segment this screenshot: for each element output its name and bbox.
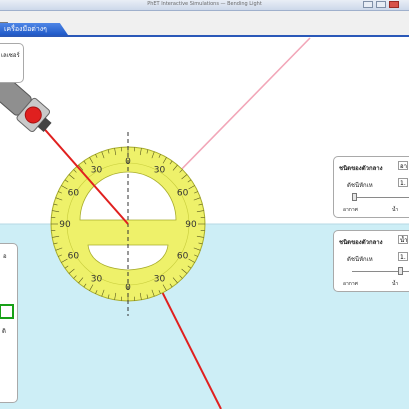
minimize-icon[interactable] (363, 1, 373, 8)
index-slider-track[interactable] (352, 197, 409, 198)
index-input[interactable]: 1. (398, 252, 408, 261)
protractor-label: 60 (177, 252, 189, 262)
slider-max-label: น้ำ (392, 281, 399, 287)
index-input[interactable]: 1. (398, 178, 408, 187)
laser-panel: เลเซอร์ (0, 43, 24, 83)
slider-min-label: อากาศ (343, 207, 358, 213)
tab-tools[interactable]: เครื่องมือต่างๆ (0, 23, 68, 35)
tab-bar: เครื่องมือต่างๆ (0, 11, 409, 37)
medium-panel-top: ชนิดของตัวกลาง อา ดัชนีหักเห 1. อากาศ น้… (333, 156, 409, 218)
left-control-panel: อ ดิ (0, 243, 18, 403)
protractor-label: 60 (68, 252, 80, 262)
checkbox-icon[interactable] (0, 304, 14, 319)
protractor-label: 30 (154, 275, 166, 285)
left-panel-bottom-text: ดิ (2, 328, 6, 335)
protractor-label: 60 (177, 189, 189, 199)
index-slider-knob[interactable] (352, 193, 357, 201)
maximize-icon[interactable] (376, 1, 386, 8)
medium-panel-bottom: ชนิดของตัวกลาง น้ำ ดัชนีหักเห 1. อากาศ น… (333, 230, 409, 292)
window-title-bar: PhET Interactive Simulations — Bending L… (0, 0, 409, 11)
protractor-label: 30 (91, 165, 103, 175)
scene-canvas: 0306090603003060906030 (0, 37, 409, 409)
index-label: ดัชนีหักเห (347, 256, 373, 263)
slider-min-label: อากาศ (343, 281, 358, 287)
protractor-label: 30 (154, 165, 166, 175)
medium-title: ชนิดของตัวกลาง (339, 165, 383, 172)
laser-panel-label: เลเซอร์ (1, 52, 20, 59)
protractor-label: 60 (68, 189, 80, 199)
protractor-label: 90 (185, 220, 197, 230)
medium-title: ชนิดของตัวกลาง (339, 239, 383, 246)
medium-select[interactable]: น้ำ (398, 235, 408, 244)
medium-select[interactable]: อา (398, 161, 408, 170)
index-slider-knob[interactable] (398, 267, 403, 275)
slider-max-label: น้ำ (392, 207, 399, 213)
left-panel-top-text: อ (3, 253, 7, 260)
index-label: ดัชนีหักเห (347, 182, 373, 189)
window-title: PhET Interactive Simulations — Bending L… (147, 1, 262, 7)
protractor-label: 30 (91, 275, 103, 285)
protractor-label: 90 (59, 220, 71, 230)
close-icon[interactable] (389, 1, 399, 8)
simulation-stage: 0306090603003060906030 เลเซอร์ อ ดิ ชนิด… (0, 37, 409, 409)
